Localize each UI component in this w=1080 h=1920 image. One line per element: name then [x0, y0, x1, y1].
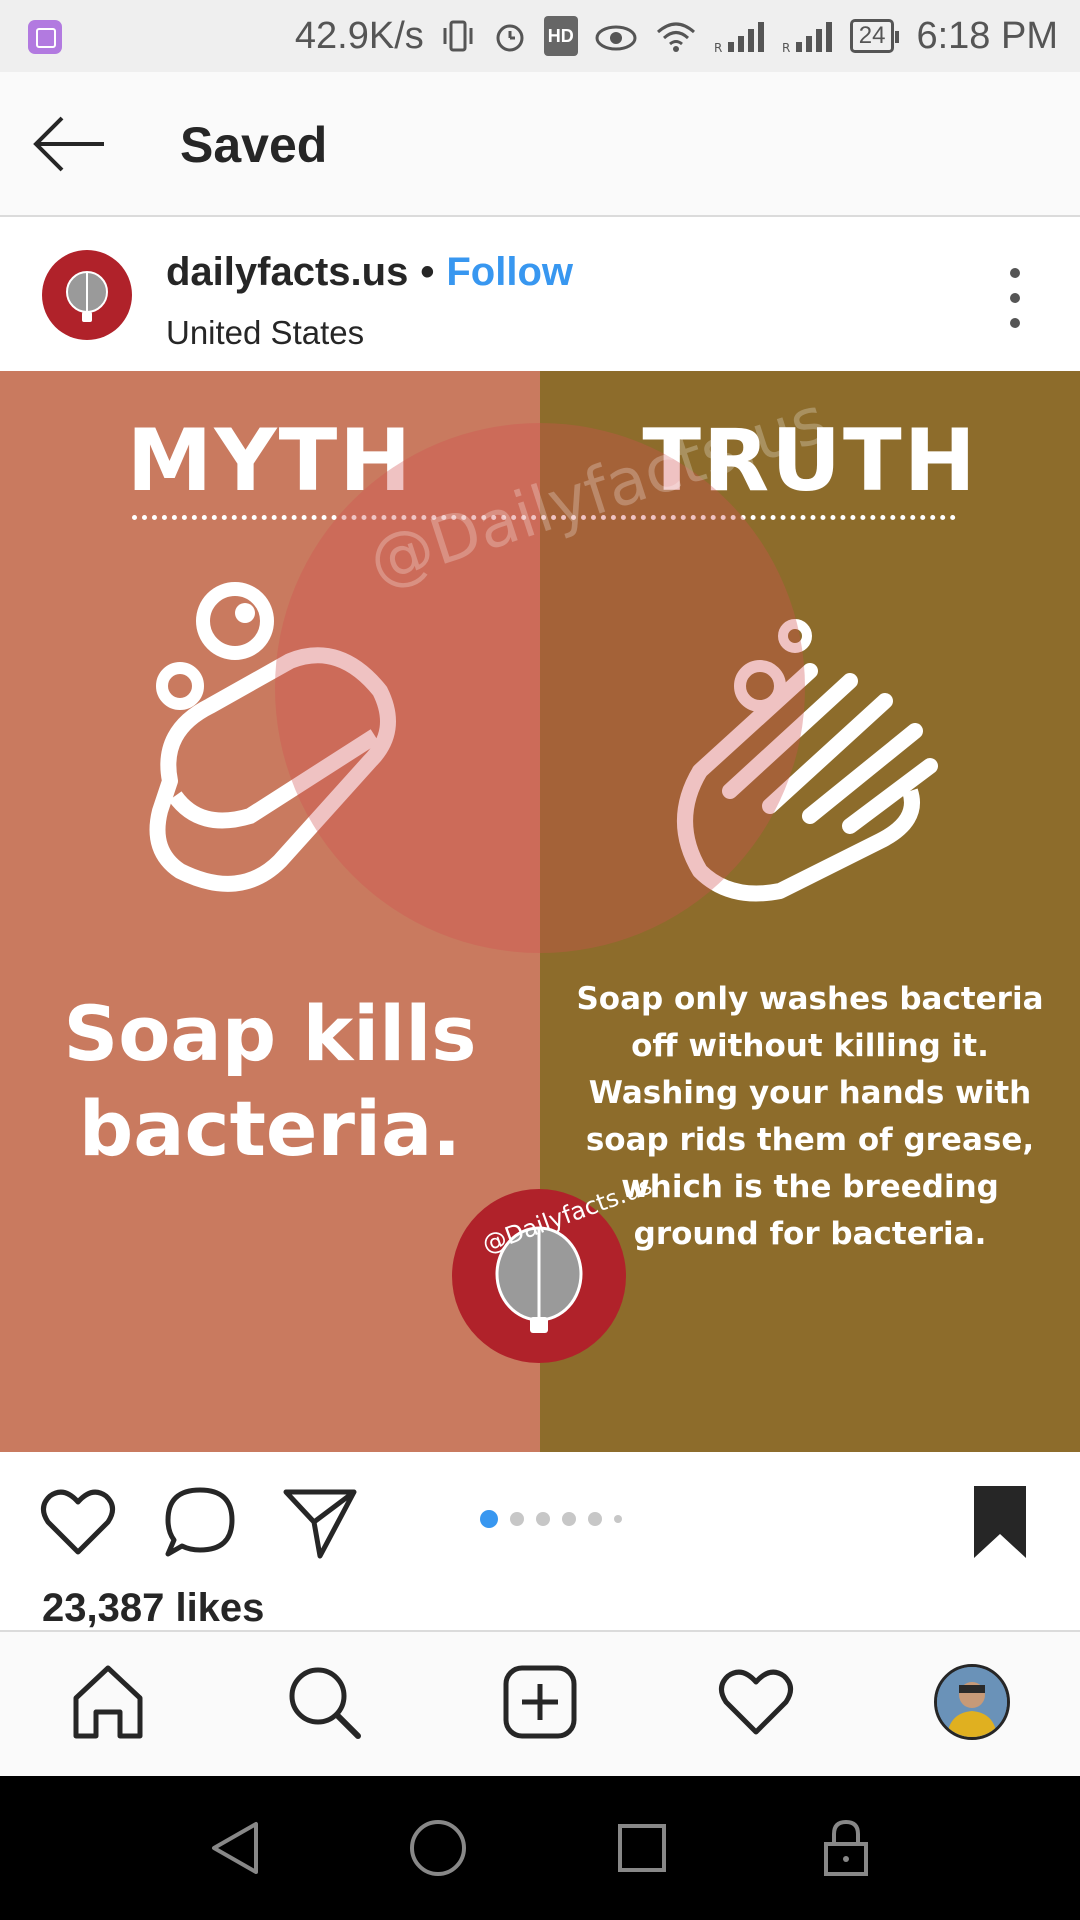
clock: 6:18 PM	[916, 14, 1058, 57]
separator-dot: •	[420, 250, 435, 294]
post-author-avatar[interactable]	[42, 250, 132, 340]
follow-button[interactable]: Follow	[446, 250, 573, 295]
system-recents-button[interactable]	[610, 1816, 674, 1880]
svg-text:R: R	[782, 41, 790, 54]
carousel-dot	[614, 1515, 622, 1523]
post-location[interactable]: United States	[166, 314, 364, 352]
system-nav-bar	[0, 1776, 1080, 1920]
new-post-icon	[503, 1665, 577, 1739]
carousel-dot	[588, 1512, 602, 1526]
post-image[interactable]: MYTH Soap kills bacteria. TRUTH Soap onl…	[0, 371, 1080, 1452]
signal-icon: R	[782, 16, 834, 56]
hd-icon: HD	[543, 16, 578, 56]
top-header: Saved	[0, 72, 1080, 217]
profile-avatar[interactable]	[934, 1664, 1010, 1740]
more-options-button[interactable]	[1000, 268, 1030, 328]
send-icon	[283, 1489, 357, 1559]
likes-count[interactable]: 23,387 likes	[42, 1586, 264, 1631]
carousel-dot	[536, 1512, 550, 1526]
share-button[interactable]	[280, 1482, 360, 1562]
lock-icon	[824, 1819, 868, 1876]
signal-icon: R	[714, 16, 766, 56]
eye-comfort-icon	[594, 16, 638, 56]
recents-square-icon	[618, 1824, 666, 1872]
bottom-nav	[0, 1630, 1080, 1776]
more-dot-icon	[1010, 293, 1020, 303]
carousel-dot-active	[480, 1510, 498, 1528]
heart-icon	[41, 1489, 115, 1555]
system-home-button[interactable]	[406, 1816, 470, 1880]
nav-new-post[interactable]	[500, 1662, 580, 1742]
comment-button[interactable]	[160, 1482, 240, 1562]
myth-text: Soap kills bacteria.	[63, 989, 477, 1173]
status-right: 42.9K/s HD R R 24 6:18 PM	[295, 0, 1058, 72]
carousel-indicator	[480, 1510, 622, 1528]
bookmark-filled-icon	[974, 1486, 1026, 1558]
post-action-bar	[0, 1452, 1080, 1584]
nav-home[interactable]	[68, 1662, 148, 1742]
gallery-notification-icon	[28, 20, 62, 54]
arrow-left-icon	[33, 116, 104, 172]
post-username[interactable]: dailyfacts.us	[166, 250, 408, 295]
status-bar: 42.9K/s HD R R 24 6:18 PM	[0, 0, 1080, 72]
more-dot-icon	[1010, 268, 1020, 278]
like-button[interactable]	[38, 1482, 118, 1562]
svg-text:R: R	[714, 41, 722, 54]
system-back-button[interactable]	[204, 1816, 268, 1880]
wifi-icon	[654, 16, 698, 56]
battery-icon: 24	[849, 19, 900, 53]
save-bookmark-button[interactable]	[960, 1482, 1040, 1562]
carousel-dot	[510, 1512, 524, 1526]
alarm-icon	[492, 16, 528, 56]
nav-activity[interactable]	[716, 1662, 796, 1742]
search-icon	[289, 1667, 361, 1739]
home-icon	[73, 1665, 143, 1739]
activity-heart-icon	[719, 1669, 793, 1735]
page-title: Saved	[180, 117, 328, 173]
home-circle-icon	[410, 1820, 466, 1876]
carousel-dot	[562, 1512, 576, 1526]
more-dot-icon	[1010, 318, 1020, 328]
back-triangle-icon	[212, 1822, 258, 1874]
username-line: dailyfacts.us • Follow	[166, 250, 573, 295]
nav-search[interactable]	[284, 1662, 364, 1742]
system-lock-button[interactable]	[814, 1816, 878, 1880]
comment-icon	[165, 1487, 235, 1557]
back-button[interactable]	[30, 112, 110, 176]
post-header: dailyfacts.us • Follow United States	[0, 218, 1080, 370]
vibrate-icon	[440, 16, 476, 56]
network-speed: 42.9K/s	[294, 14, 424, 57]
